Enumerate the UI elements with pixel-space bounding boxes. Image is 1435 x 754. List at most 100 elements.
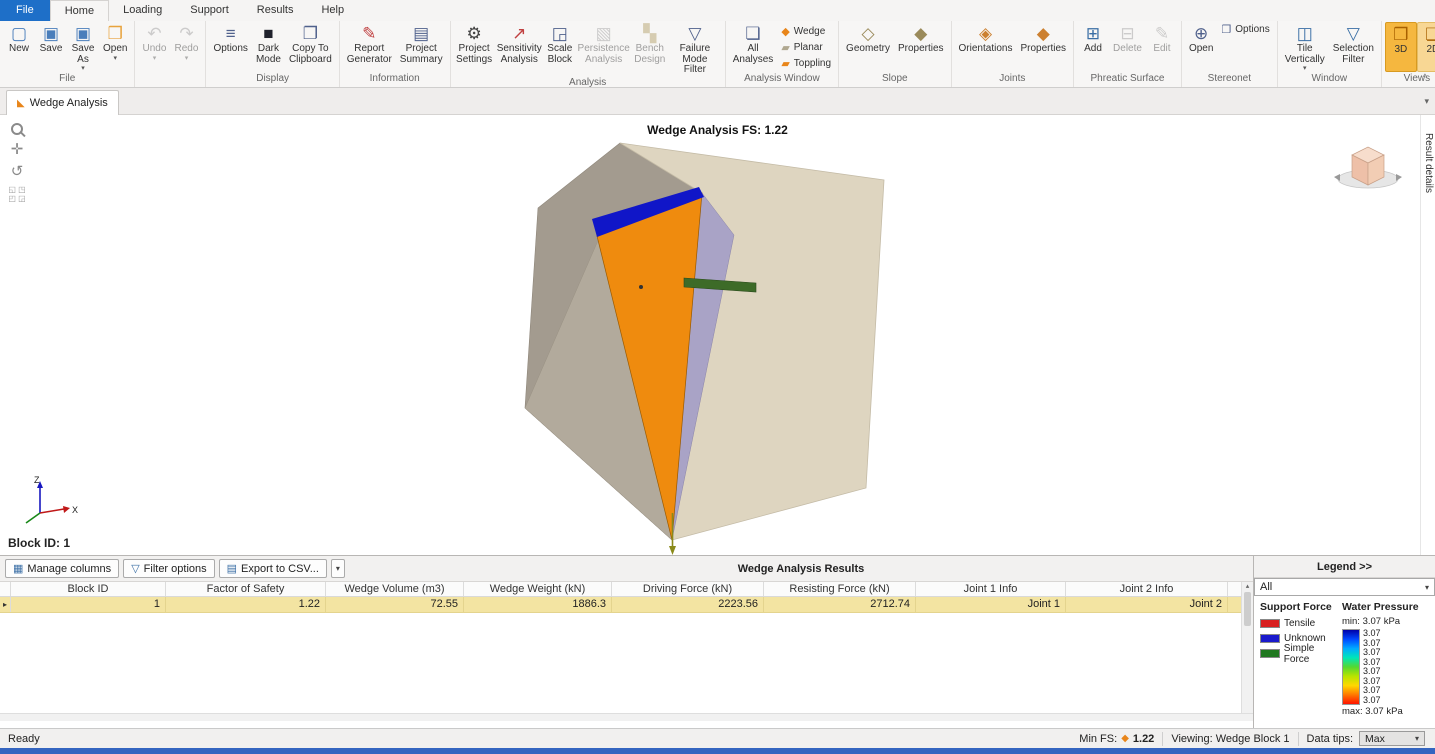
add-button[interactable]: ⊞ Add: [1077, 22, 1109, 72]
group-label: Phreatic Surface: [1090, 73, 1165, 84]
report-generator-button[interactable]: ✎ Report Generator: [343, 22, 396, 72]
water-pressure-min: min: 3.07 kPa: [1342, 616, 1401, 627]
cubej-icon: ◈: [978, 24, 993, 43]
redo-button: ↷ Redo ▾: [174, 24, 199, 62]
save-as-button[interactable]: ▣ Save As ▾: [67, 22, 99, 72]
ribbon-collapse-button[interactable]: ^: [1423, 72, 1427, 82]
group-label: Slope: [882, 73, 908, 84]
ribbon: ▢ New ▣ Save ▣ Save As ▾ ❒ Open ▾ File ↶ Undo ▾ ↷ Redo ▾…: [0, 21, 1435, 88]
cell: Joint 1: [916, 597, 1066, 612]
column-header[interactable]: Joint 1 Info: [916, 582, 1066, 596]
table-horizontal-scrollbar[interactable]: [0, 713, 1253, 721]
table-vertical-scrollbar[interactable]: ▴: [1241, 582, 1253, 713]
group-label: Window: [1311, 73, 1348, 84]
cell: 1.22: [166, 597, 326, 612]
cell: 72.55: [326, 597, 464, 612]
planar-button[interactable]: ▰ Planar: [777, 40, 835, 55]
toppling-button[interactable]: ▰ Toppling: [777, 56, 835, 71]
scale-block-button[interactable]: ◲ Scale Block: [544, 22, 576, 76]
tab-loading[interactable]: Loading: [109, 0, 176, 21]
redo-icon: ↷: [179, 24, 194, 43]
export-csv-dropdown[interactable]: ▾: [330, 559, 345, 578]
result-details-label: Result details: [1423, 133, 1434, 194]
viewing-label: Viewing: Wedge Block 1: [1171, 732, 1290, 745]
column-header[interactable]: Driving Force (kN): [612, 582, 764, 596]
legend-filter-dropdown[interactable]: All ▾: [1254, 578, 1435, 596]
view-window-icons[interactable]: ◱ ◳ ◰ ◲: [8, 186, 25, 203]
properties-button[interactable]: ◆ Properties: [1016, 22, 1070, 72]
status-bar: Ready Min FS: ◆ 1.22 Viewing: Wedge Bloc…: [0, 728, 1435, 748]
scrollbar-thumb[interactable]: [1244, 592, 1251, 626]
export-csv-button[interactable]: ▤ Export to CSV...: [218, 559, 327, 578]
data-tips-label: Data tips:: [1306, 732, 1353, 745]
water-pressure-scale: [1342, 629, 1360, 705]
tab-home[interactable]: Home: [49, 0, 110, 21]
tab-wedge-analysis[interactable]: ◣ Wedge Analysis: [6, 90, 119, 115]
tab-results[interactable]: Results: [243, 0, 308, 21]
column-header[interactable]: Wedge Volume (m3): [326, 582, 464, 596]
geometry-button[interactable]: ◇ Geometry: [842, 22, 894, 72]
rotate-icon[interactable]: ↺: [11, 164, 24, 179]
support-force-section: Support Force Tensile Unknown Simple Force: [1260, 601, 1342, 719]
group-label: [138, 72, 202, 87]
pan-icon[interactable]: ✛: [11, 142, 24, 157]
cell: 1: [11, 597, 166, 612]
sensitivity-analysis-button[interactable]: ↗ Sensitivity Analysis: [495, 22, 544, 76]
column-header[interactable]: Factor of Safety: [166, 582, 326, 596]
gear-icon: ⚙: [466, 24, 482, 43]
column-header[interactable]: Joint 2 Info: [1066, 582, 1228, 596]
copy-to-clipboard-button[interactable]: ❐ Copy To Clipboard: [285, 22, 336, 72]
2d-button[interactable]: ❏2D: [1416, 22, 1435, 72]
failure-mode-filter-button[interactable]: ▽ Failure Mode Filter: [668, 22, 722, 76]
new-button[interactable]: ▢ New: [3, 22, 35, 72]
table-header: Block ID Factor of Safety Wedge Volume (m3…: [0, 582, 1253, 597]
column-header[interactable]: Block ID: [11, 582, 166, 596]
properties-button[interactable]: ◆ Properties: [894, 22, 948, 72]
options-button[interactable]: ❐ Options: [1217, 22, 1273, 37]
chevron-down-icon: ▾: [1414, 734, 1419, 743]
dark-mode-button[interactable]: ■ Dark Mode: [252, 22, 285, 72]
manage-columns-button[interactable]: ▦ Manage columns: [5, 559, 120, 578]
zoom-icon[interactable]: [11, 123, 23, 135]
all-analyses-button[interactable]: ❏ All Analyses: [729, 22, 778, 72]
column-header[interactable]: Wedge Weight (kN): [464, 582, 612, 596]
legend-item-simple-force: Simple Force: [1260, 643, 1342, 665]
save-button[interactable]: ▣ Save: [35, 22, 67, 72]
tab-list-chevron-icon[interactable]: ▾: [1424, 96, 1429, 107]
filter-options-button[interactable]: ▽ Filter options: [123, 559, 215, 578]
open-button[interactable]: ❒ Open ▾: [99, 22, 131, 72]
group-label: Display: [256, 73, 290, 84]
report-icon: ✎: [362, 24, 377, 43]
group-label: Information: [369, 73, 420, 84]
table-row[interactable]: ▸ 1 1.22 72.55 1886.3 2223.56 2712.74 Joint 1 Jo…: [0, 597, 1253, 613]
funnel-icon: ▽: [688, 24, 702, 43]
page-icon: ▢: [10, 24, 28, 43]
chevron-down-icon: ▾: [1424, 582, 1429, 592]
orientations-button[interactable]: ◈ Orientations: [955, 22, 1017, 72]
data-tips-dropdown[interactable]: Max ▾: [1359, 731, 1425, 746]
result-details-tab[interactable]: Result details: [1420, 115, 1435, 555]
tab-file[interactable]: File: [0, 0, 50, 21]
results-title: Wedge Analysis Results: [737, 562, 865, 575]
column-header[interactable]: Resisting Force (kN): [764, 582, 916, 596]
scene-3d[interactable]: Z X: [0, 115, 1435, 555]
tab-help[interactable]: Help: [307, 0, 358, 21]
status-ready: Ready: [8, 732, 40, 745]
tile-vertically-button[interactable]: ◫ Tile Vertically ▾: [1281, 22, 1329, 72]
options-button[interactable]: ≡ Options: [209, 22, 251, 72]
persistence-icon: ▧: [595, 24, 612, 43]
wedge-button[interactable]: ◆ Wedge: [777, 24, 835, 39]
open-button[interactable]: ⊕ Open: [1185, 22, 1217, 72]
tab-support[interactable]: Support: [176, 0, 243, 21]
legend-header[interactable]: Legend >>: [1254, 556, 1435, 578]
results-panel: ▦ Manage columns ▽ Filter options ▤ Expo…: [0, 555, 1253, 728]
block-id-label: Block ID: 1: [8, 536, 71, 550]
color-swatch: [1260, 649, 1280, 658]
orientation-cube[interactable]: [1334, 146, 1402, 189]
project-summary-button[interactable]: ▤ Project Summary: [396, 22, 447, 72]
3d-button[interactable]: ❒ 3D: [1384, 22, 1417, 72]
project-settings-button[interactable]: ⚙ Project Settings: [454, 22, 495, 76]
main-3d-viewport[interactable]: Z X Wedge Analysis FS: 1.22 ✛ ↺ ◱ ◳ ◰ ◲ B…: [0, 115, 1435, 555]
bench-icon: ▚: [643, 24, 657, 43]
selection-filter-button[interactable]: ▽ Selection Filter: [1329, 22, 1378, 72]
